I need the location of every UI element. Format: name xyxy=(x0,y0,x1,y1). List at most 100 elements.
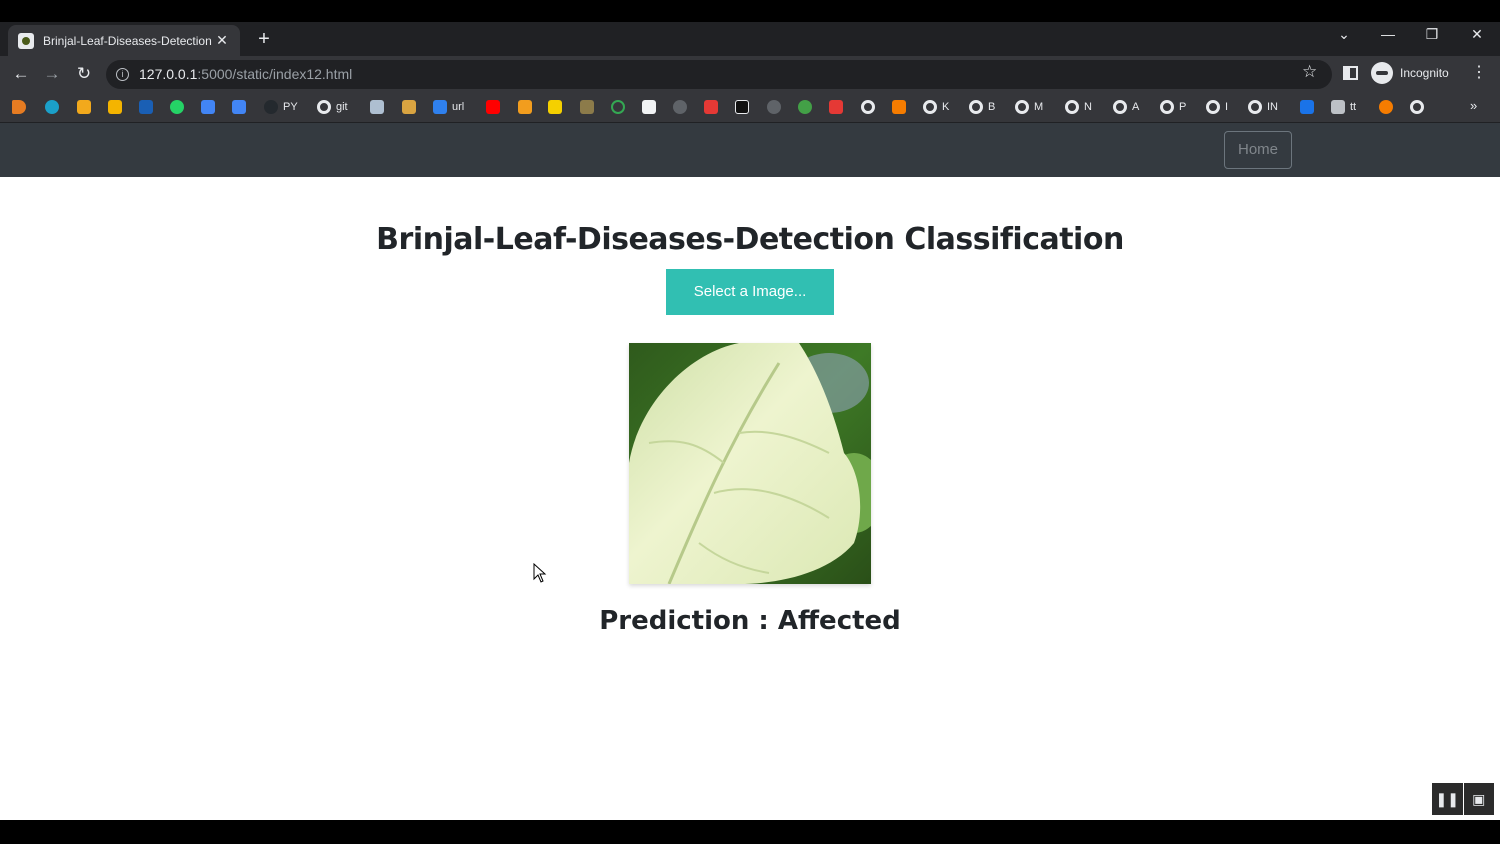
bookmark-item[interactable]: I xyxy=(1206,98,1228,116)
restore-icon[interactable]: ❐ xyxy=(1418,26,1446,43)
bookmark-item[interactable] xyxy=(486,98,505,116)
leaf-image-preview xyxy=(629,343,871,584)
bookmark-item[interactable]: B xyxy=(969,98,995,116)
minimize-icon[interactable]: — xyxy=(1374,26,1402,42)
bookmark-item[interactable]: P xyxy=(1160,98,1186,116)
prediction-result: Prediction : Affected xyxy=(0,606,1500,636)
incognito-profile[interactable]: Incognito xyxy=(1371,62,1449,84)
bookmark-item[interactable]: url xyxy=(433,98,464,116)
picture-in-picture-icon[interactable]: ▣ xyxy=(1463,783,1494,815)
select-image-button[interactable]: Select a Image... xyxy=(666,269,834,315)
url-host: 127.0.0.1 xyxy=(139,66,198,82)
github-icon xyxy=(264,100,278,114)
browser-toolbar: ← → ↻ i 127.0.0.1:5000/static/index12.ht… xyxy=(0,56,1500,92)
bookmark-item[interactable]: tt xyxy=(1331,98,1356,116)
tab-strip: Brinjal-Leaf-Diseases-Detection ✕ + ⌄ — … xyxy=(0,22,1500,56)
bookmark-item[interactable] xyxy=(45,98,64,116)
bookmark-item[interactable] xyxy=(548,98,567,116)
google-icon xyxy=(1248,100,1262,114)
heart-icon xyxy=(704,100,718,114)
bookmark-item[interactable] xyxy=(77,98,96,116)
bookmark-item[interactable] xyxy=(232,98,251,116)
forward-icon[interactable]: → xyxy=(41,63,63,85)
page-title: Brinjal-Leaf-Diseases-Detection Classifi… xyxy=(376,222,1124,257)
bookmark-icon xyxy=(77,100,91,114)
video-player-controls: ❚❚ ▣ xyxy=(1432,783,1495,815)
bookmark-item[interactable] xyxy=(108,98,127,116)
bookmark-icon xyxy=(580,100,594,114)
bookmark-icon xyxy=(12,100,26,114)
bookmark-item[interactable] xyxy=(201,98,220,116)
bookmark-item[interactable] xyxy=(12,98,31,116)
tab-close-icon[interactable]: ✕ xyxy=(214,32,230,49)
bookmark-item[interactable] xyxy=(735,98,754,116)
browser-menu-icon[interactable]: ⋮ xyxy=(1471,62,1487,82)
reload-icon[interactable]: ↻ xyxy=(73,63,95,85)
bookmark-item[interactable] xyxy=(370,98,389,116)
bottom-letterbox xyxy=(0,820,1500,844)
bookmark-icon xyxy=(433,100,447,114)
leaf-image xyxy=(629,343,871,584)
back-icon[interactable]: ← xyxy=(10,63,32,85)
bookmark-star-icon[interactable]: ☆ xyxy=(1302,62,1317,82)
bookmark-item[interactable] xyxy=(704,98,723,116)
bookmark-item[interactable]: PY xyxy=(264,98,298,116)
site-info-icon[interactable]: i xyxy=(116,68,129,81)
bookmark-icon xyxy=(767,100,781,114)
bookmark-item[interactable] xyxy=(1300,98,1319,116)
bookmark-item[interactable] xyxy=(798,98,817,116)
new-tab-button[interactable]: + xyxy=(252,27,276,51)
google-icon xyxy=(923,100,937,114)
bookmark-item[interactable]: N xyxy=(1065,98,1092,116)
incognito-icon xyxy=(1371,62,1393,84)
browser-tab[interactable]: Brinjal-Leaf-Diseases-Detection ✕ xyxy=(8,25,240,56)
google-icon xyxy=(969,100,983,114)
google-icon xyxy=(317,100,331,114)
bookmark-item[interactable]: git xyxy=(317,98,348,116)
bookmark-item[interactable] xyxy=(139,98,158,116)
screen: Brinjal-Leaf-Diseases-Detection ✕ + ⌄ — … xyxy=(0,0,1500,844)
google-icon xyxy=(1160,100,1174,114)
bookmark-icon xyxy=(1300,100,1314,114)
bookmark-item[interactable]: K xyxy=(923,98,949,116)
favicon-icon xyxy=(18,32,34,49)
bookmark-item[interactable]: A xyxy=(1113,98,1139,116)
bookmark-item[interactable] xyxy=(1410,98,1429,116)
browser-chrome: Brinjal-Leaf-Diseases-Detection ✕ + ⌄ — … xyxy=(0,22,1500,123)
ieee-icon xyxy=(139,100,153,114)
bookmark-icon xyxy=(1331,100,1345,114)
bookmark-item[interactable] xyxy=(170,98,189,116)
bookmark-item[interactable] xyxy=(611,98,630,116)
bookmark-icon xyxy=(201,100,215,114)
bookmark-item[interactable]: M xyxy=(1015,98,1043,116)
google-icon xyxy=(1113,100,1127,114)
bookmark-item[interactable] xyxy=(767,98,786,116)
bookmark-icon xyxy=(735,100,749,114)
pause-icon[interactable]: ❚❚ xyxy=(1432,783,1463,815)
bookmark-item[interactable] xyxy=(580,98,599,116)
bookmark-item[interactable] xyxy=(402,98,421,116)
bookmark-item[interactable] xyxy=(861,98,880,116)
bookmark-item[interactable] xyxy=(518,98,537,116)
side-panel-icon[interactable] xyxy=(1343,66,1358,80)
bookmark-item[interactable] xyxy=(892,98,911,116)
bookmark-item[interactable]: IN xyxy=(1248,98,1278,116)
home-button[interactable]: Home xyxy=(1224,131,1292,169)
more-bookmarks-icon[interactable]: » xyxy=(1470,98,1477,113)
bookmark-icon xyxy=(611,100,625,114)
bookmark-label: PY xyxy=(283,101,298,113)
bookmark-item[interactable] xyxy=(829,98,848,116)
tab-search-icon[interactable]: ⌄ xyxy=(1330,26,1358,43)
bookmark-item[interactable] xyxy=(1379,98,1398,116)
bookmark-item[interactable] xyxy=(642,98,661,116)
url-path: :5000/static/index12.html xyxy=(197,66,353,82)
google-icon xyxy=(861,100,875,114)
bookmark-icon xyxy=(642,100,656,114)
bookmarks-bar: PY git url K B M N A P I IN tt » xyxy=(0,92,1500,123)
close-window-icon[interactable]: ✕ xyxy=(1463,26,1491,43)
address-bar[interactable]: i 127.0.0.1:5000/static/index12.html xyxy=(106,60,1332,89)
google-icon xyxy=(1206,100,1220,114)
bookmark-item[interactable] xyxy=(673,98,692,116)
bookmark-label: M xyxy=(1034,101,1044,113)
bookmark-icon xyxy=(829,100,843,114)
